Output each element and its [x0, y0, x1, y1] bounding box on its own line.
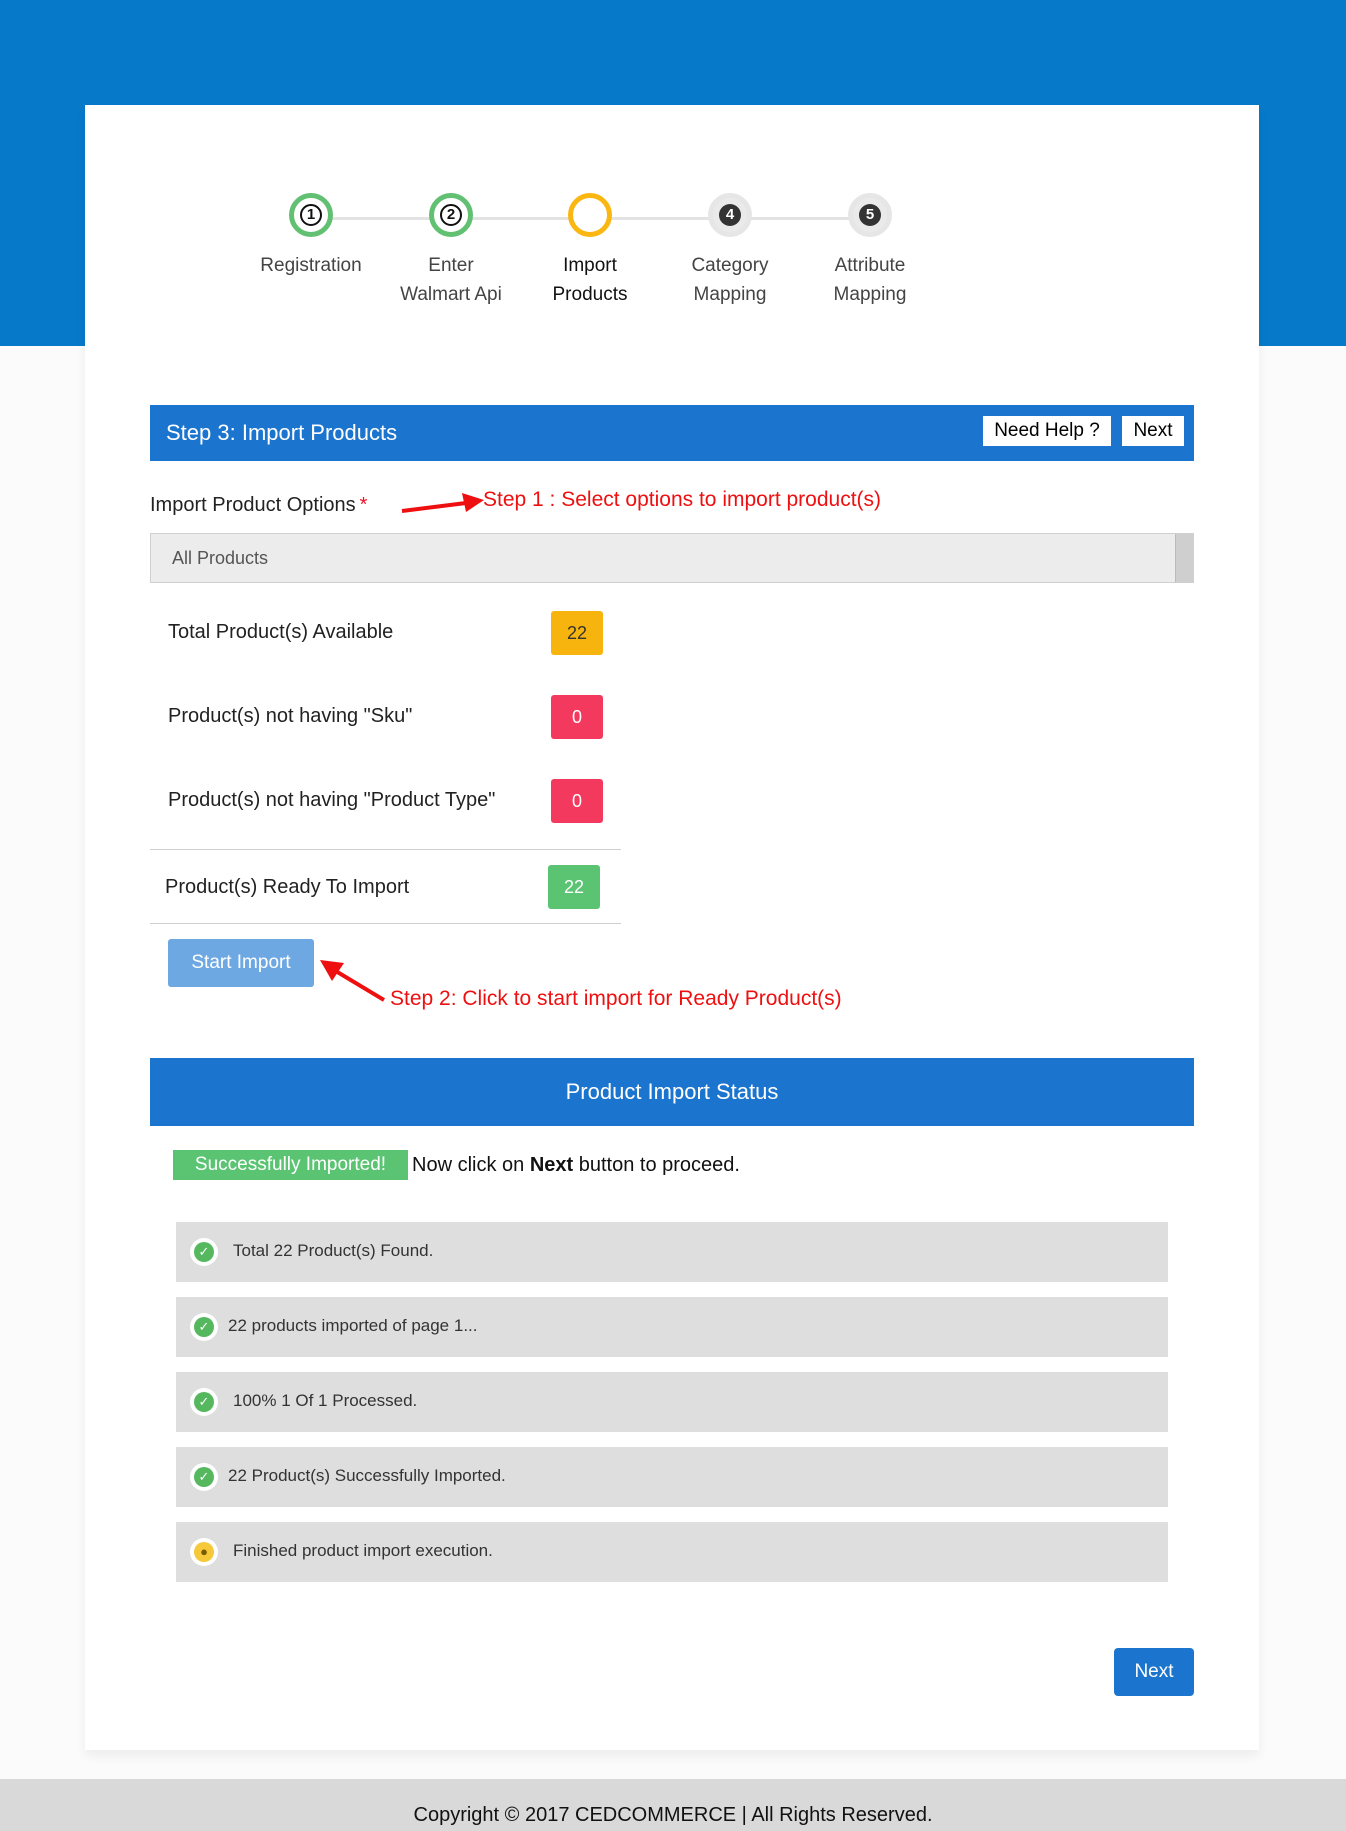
step-label: Enter Walmart Api: [400, 255, 502, 305]
step-import-products[interactable]: Import Products: [520, 193, 660, 309]
select-scroll-handle[interactable]: [1175, 534, 1193, 582]
next-button-bottom[interactable]: Next: [1114, 1648, 1194, 1696]
log-item: ✓ 22 Product(s) Successfully Imported.: [176, 1447, 1168, 1507]
required-mark: *: [359, 494, 368, 516]
step-label: Attribute Mapping: [833, 255, 907, 305]
check-icon: ✓: [190, 1463, 218, 1491]
stat-ready-badge: 22: [548, 865, 600, 909]
success-tag: Successfully Imported!: [173, 1150, 408, 1180]
step-circle: 1: [289, 193, 333, 237]
import-options-select[interactable]: All Products: [150, 533, 1194, 583]
next-button-top[interactable]: Next: [1122, 416, 1184, 446]
stat-no-type-badge: 0: [551, 779, 603, 823]
lightbulb-icon: ●: [190, 1538, 218, 1566]
stat-total-label: Total Product(s) Available: [168, 621, 394, 643]
stat-no-sku-label: Product(s) not having "Sku": [168, 705, 413, 727]
log-item: ✓ 100% 1 Of 1 Processed.: [176, 1372, 1168, 1432]
stat-ready-label: Product(s) Ready To Import: [165, 876, 410, 898]
step-number: 2: [440, 204, 462, 226]
log-item: ● Finished product import execution.: [176, 1522, 1168, 1582]
stat-total-badge: 22: [551, 611, 603, 655]
step-number: 5: [859, 204, 881, 226]
page-title: Step 3: Import Products: [166, 420, 398, 445]
step-registration[interactable]: 1 Registration: [241, 193, 381, 280]
step-label: Registration: [260, 255, 362, 276]
log-item: ✓ Total 22 Product(s) Found.: [176, 1222, 1168, 1282]
start-import-button[interactable]: Start Import: [168, 939, 314, 987]
check-icon: ✓: [190, 1238, 218, 1266]
check-icon: ✓: [190, 1388, 218, 1416]
step-attribute-mapping[interactable]: 5 Attribute Mapping: [800, 193, 940, 309]
step-category-mapping[interactable]: 4 Category Mapping: [660, 193, 800, 309]
step-number: 4: [719, 204, 741, 226]
step-circle-active: [568, 193, 612, 237]
step-header-bar: Step 3: Import Products Need Help ? Next: [150, 405, 1194, 461]
need-help-button[interactable]: Need Help ?: [983, 416, 1111, 446]
stat-no-type-label: Product(s) not having "Product Type": [168, 789, 496, 811]
step-label: Import Products: [552, 255, 628, 305]
divider: [150, 849, 621, 850]
footer-copyright: Copyright © 2017 CEDCOMMERCE | All Right…: [0, 1779, 1346, 1831]
step-circle: 2: [429, 193, 473, 237]
check-icon: ✓: [190, 1313, 218, 1341]
divider: [150, 923, 621, 924]
stat-no-sku-badge: 0: [551, 695, 603, 739]
step-enter-walmart-api[interactable]: 2 Enter Walmart Api: [381, 193, 521, 309]
step-number: 1: [300, 204, 322, 226]
step-circle: 5: [848, 193, 892, 237]
annotation-step1: Step 1 : Select options to import produc…: [483, 488, 882, 511]
import-status-bar: Product Import Status: [150, 1058, 1194, 1126]
log-item: ✓ 22 products imported of page 1...: [176, 1297, 1168, 1357]
step-label: Category Mapping: [691, 255, 769, 305]
step-circle: 4: [708, 193, 752, 237]
annotation-arrow-2: [320, 960, 386, 1002]
annotation-arrow-1: [401, 493, 484, 513]
import-status-title: Product Import Status: [565, 1079, 779, 1104]
annotation-step2: Step 2: Click to start import for Ready …: [390, 987, 842, 1010]
select-value: All Products: [172, 548, 269, 568]
proceed-message: Now click on Next button to proceed.: [412, 1154, 740, 1176]
import-options-label: Import Product Options *: [150, 494, 368, 516]
